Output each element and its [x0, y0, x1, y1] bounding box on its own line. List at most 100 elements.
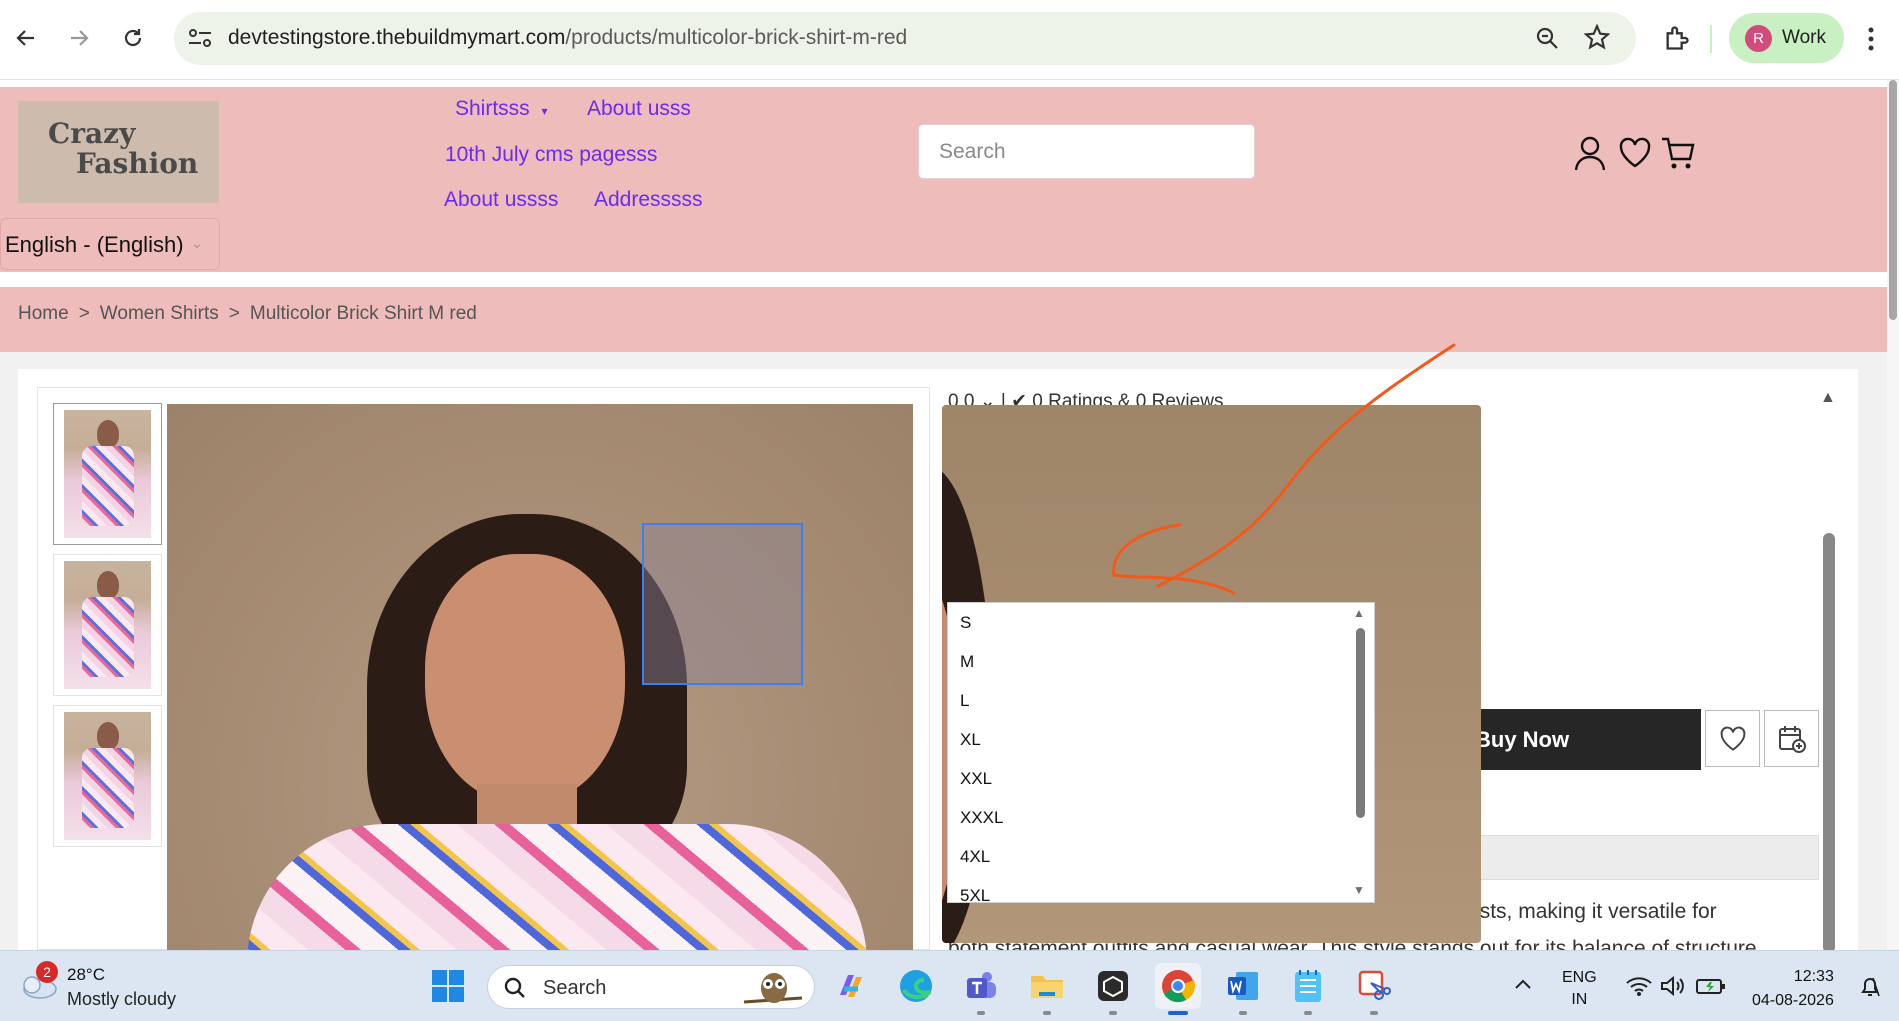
snipping-tool-icon — [1358, 970, 1391, 1000]
clock-time: 12:33 — [1793, 968, 1834, 985]
back-arrow-icon — [16, 30, 34, 46]
windows-logo-icon — [432, 970, 464, 1002]
image-shirt — [247, 824, 867, 950]
profile-button[interactable]: R Work — [1729, 13, 1844, 63]
wishlist-heart-icon[interactable] — [1618, 137, 1652, 169]
address-bar[interactable]: devtestingstore.thebuildmymart.com/produ… — [174, 12, 1636, 65]
chevron-up-icon[interactable] — [1514, 977, 1532, 991]
running-indicator — [1168, 1011, 1188, 1015]
input-language-indicator[interactable]: ENG IN — [1562, 967, 1597, 1011]
breadcrumb-home[interactable]: Home — [18, 303, 69, 324]
notification-bell-icon[interactable] — [1858, 975, 1882, 999]
avatar: R — [1745, 25, 1772, 52]
nav-about-1[interactable]: About usss — [587, 97, 691, 121]
running-indicator — [977, 1011, 985, 1015]
wifi-icon[interactable] — [1626, 975, 1652, 997]
add-to-wishlist-button[interactable] — [1705, 710, 1760, 767]
site-logo[interactable]: Crazy Fashion — [18, 101, 219, 203]
thumbnail-front[interactable] — [53, 403, 162, 545]
notification-badge: 2 — [36, 961, 58, 983]
taskbar-file-explorer[interactable] — [1024, 963, 1070, 1015]
input-language: ENG — [1562, 969, 1597, 986]
back-button[interactable] — [10, 22, 42, 54]
site-info-icon[interactable] — [187, 27, 213, 49]
breadcrumb-category[interactable]: Women Shirts — [100, 303, 219, 324]
calendar-plus-icon — [1778, 725, 1806, 753]
taskbar-dev-app[interactable] — [1090, 963, 1136, 1015]
chrome-browser-icon — [1162, 970, 1196, 1003]
taskbar-notepad[interactable] — [1285, 963, 1331, 1015]
taskbar-word[interactable] — [1220, 963, 1266, 1015]
size-option-m[interactable]: M — [960, 652, 974, 672]
battery-charging-icon[interactable] — [1696, 975, 1726, 997]
weather-description[interactable]: Mostly cloudy — [67, 989, 176, 1010]
size-option-xxxl[interactable]: XXXL — [960, 808, 1003, 828]
image-face — [425, 554, 625, 804]
taskbar-copilot[interactable] — [828, 963, 874, 1009]
panel-scrollbar-thumb[interactable] — [1823, 533, 1835, 953]
system-clock[interactable]: 12:33 04-08-2026 — [1752, 965, 1834, 1013]
size-option-5xl[interactable]: 5XL — [960, 886, 990, 902]
chevron-down-icon: ⌄ — [191, 235, 203, 251]
size-dropdown-list[interactable]: S M L XL XXL XXXL 4XL 5XL — [947, 602, 1375, 903]
taskbar-chrome[interactable] — [1155, 963, 1201, 1015]
extensions-puzzle-icon[interactable] — [1663, 24, 1691, 52]
thumbnail-image — [64, 410, 151, 538]
start-button[interactable] — [425, 963, 471, 1009]
search-field[interactable] — [918, 124, 1255, 179]
size-option-l[interactable]: L — [960, 691, 969, 711]
kebab-menu-icon[interactable] — [1866, 26, 1876, 52]
taskbar-search-label: Search — [543, 977, 607, 999]
shopping-cart-icon[interactable] — [1660, 135, 1696, 171]
url-path: /products/multicolor-brick-shirt-m-red — [565, 26, 908, 49]
window-scrollbar[interactable] — [1887, 80, 1899, 950]
forward-button[interactable] — [63, 22, 95, 54]
notepad-icon — [1295, 970, 1321, 1002]
profile-name: Work — [1782, 27, 1826, 48]
taskbar-snipping-tool[interactable] — [1351, 963, 1397, 1015]
weather-temperature[interactable]: 28°C — [67, 965, 105, 985]
add-to-calendar-button[interactable] — [1764, 710, 1819, 767]
thumbnail-image — [64, 712, 151, 840]
language-value: English - (English) — [5, 232, 184, 257]
heart-icon — [1720, 726, 1745, 751]
caret-down-icon: ▾ — [541, 104, 548, 118]
taskbar-search[interactable]: Search — [487, 965, 815, 1009]
language-select[interactable]: English - (English) ⌄ — [0, 218, 220, 270]
user-account-icon[interactable] — [1573, 135, 1607, 171]
taskbar-edge[interactable] — [893, 963, 939, 1009]
bookmark-star-icon[interactable] — [1584, 24, 1610, 50]
zoom-magnifier-icon[interactable] — [1534, 25, 1560, 51]
reload-button[interactable] — [117, 22, 149, 54]
dropdown-scrollbar-thumb[interactable] — [1356, 628, 1365, 818]
breadcrumb-separator: > — [228, 303, 240, 324]
size-option-4xl[interactable]: 4XL — [960, 847, 990, 867]
nav-cms-page[interactable]: 10th July cms pagesss — [445, 143, 657, 167]
breadcrumb-current: Multicolor Brick Shirt M red — [249, 303, 477, 324]
volume-icon[interactable] — [1660, 975, 1686, 997]
browser-toolbar: devtestingstore.thebuildmymart.com/produ… — [0, 0, 1899, 80]
nav-about-2[interactable]: About ussss — [444, 188, 558, 212]
url-text[interactable]: devtestingstore.thebuildmymart.com/produ… — [228, 26, 907, 50]
thumbnail-back[interactable] — [53, 554, 162, 696]
dropdown-scroll-up-icon[interactable]: ▲ — [1353, 606, 1367, 620]
taskbar-teams[interactable] — [958, 963, 1004, 1015]
clock-date: 04-08-2026 — [1752, 992, 1834, 1009]
folder-icon — [1031, 976, 1063, 998]
dropdown-scroll-down-icon[interactable]: ▼ — [1353, 883, 1367, 897]
size-option-xl[interactable]: XL — [960, 730, 981, 750]
panel-scroll-up-icon[interactable]: ▲ — [1820, 389, 1836, 407]
window-scrollbar-thumb[interactable] — [1889, 80, 1897, 320]
thumbnail-image — [64, 561, 151, 689]
teams-icon — [967, 972, 996, 998]
size-option-xxl[interactable]: XXL — [960, 769, 992, 789]
size-option-s[interactable]: S — [960, 613, 971, 633]
search-input[interactable] — [919, 125, 1219, 178]
breadcrumb-separator: > — [78, 303, 90, 324]
nav-address[interactable]: Addresssss — [594, 188, 703, 212]
cube-app-icon — [1098, 971, 1128, 1001]
nav-shirts[interactable]: Shirtsss ▾ — [455, 97, 548, 121]
thumbnail-side[interactable] — [53, 705, 162, 847]
running-indicator — [1043, 1011, 1051, 1015]
edge-browser-icon — [900, 970, 932, 1002]
